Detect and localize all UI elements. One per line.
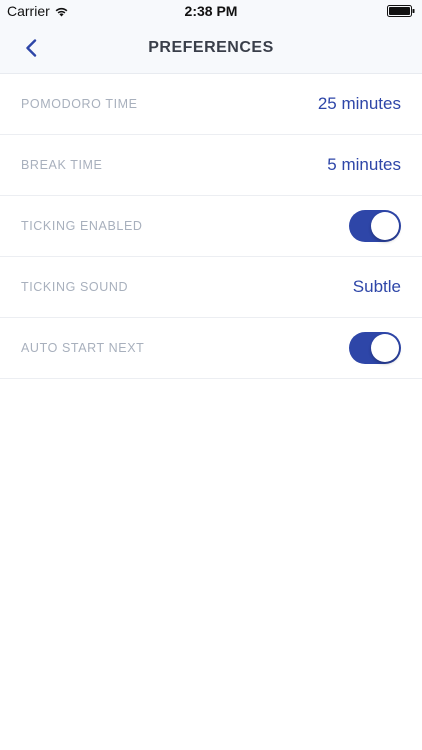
page-title: PREFERENCES [148,39,274,56]
setting-value[interactable]: 5 minutes [327,155,401,175]
setting-value[interactable]: 25 minutes [318,94,401,114]
setting-label: AUTO START NEXT [21,341,145,355]
status-bar: Carrier 2:38 PM [0,0,422,22]
setting-row-ticking-enabled: TICKING ENABLED [0,196,422,257]
setting-label: TICKING SOUND [21,280,129,294]
navigation-bar: PREFERENCES [0,22,422,74]
ticking-enabled-toggle[interactable] [349,210,401,242]
setting-label: POMODORO TIME [21,97,138,111]
setting-row-ticking-sound[interactable]: TICKING SOUND Subtle [0,257,422,318]
toggle-knob [371,212,399,240]
settings-list: POMODORO TIME 25 minutes BREAK TIME 5 mi… [0,74,422,379]
setting-row-break-time[interactable]: BREAK TIME 5 minutes [0,135,422,196]
setting-row-auto-start-next: AUTO START NEXT [0,318,422,379]
setting-value[interactable]: Subtle [353,277,401,297]
setting-label: BREAK TIME [21,158,103,172]
toggle-knob [371,334,399,362]
status-time: 2:38 PM [184,3,238,19]
auto-start-next-toggle[interactable] [349,332,401,364]
setting-label: TICKING ENABLED [21,219,143,233]
battery-icon [387,5,415,17]
setting-row-pomodoro-time[interactable]: POMODORO TIME 25 minutes [0,74,422,135]
